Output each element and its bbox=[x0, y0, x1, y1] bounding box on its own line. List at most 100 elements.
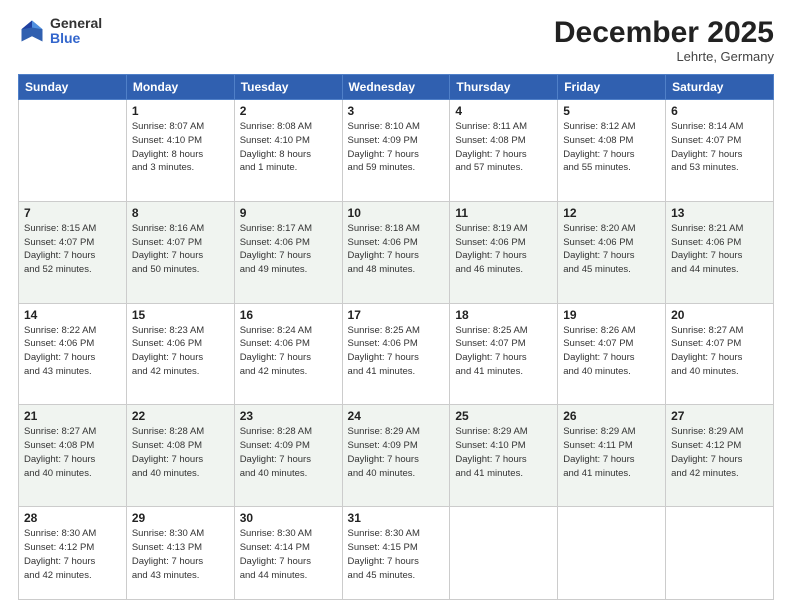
day-number: 20 bbox=[671, 308, 768, 322]
calendar-table: SundayMondayTuesdayWednesdayThursdayFrid… bbox=[18, 74, 774, 600]
day-info: Sunrise: 8:27 AM Sunset: 4:08 PM Dayligh… bbox=[24, 425, 121, 480]
calendar-cell: 1 Sunrise: 8:07 AM Sunset: 4:10 PM Daylig… bbox=[126, 100, 234, 202]
day-info: Sunrise: 8:29 AM Sunset: 4:10 PM Dayligh… bbox=[455, 425, 552, 480]
calendar-cell: 19Sunrise: 8:26 AM Sunset: 4:07 PM Dayli… bbox=[558, 303, 666, 405]
calendar-cell: 31Sunrise: 8:30 AM Sunset: 4:15 PM Dayli… bbox=[342, 507, 450, 600]
calendar-cell bbox=[450, 507, 558, 600]
calendar-cell: 20Sunrise: 8:27 AM Sunset: 4:07 PM Dayli… bbox=[666, 303, 774, 405]
day-number: 9 bbox=[240, 206, 337, 220]
calendar-cell: 2 Sunrise: 8:08 AM Sunset: 4:10 PM Daylig… bbox=[234, 100, 342, 202]
day-number: 6 bbox=[671, 104, 768, 118]
day-number: 11 bbox=[455, 206, 552, 220]
day-number: 7 bbox=[24, 206, 121, 220]
day-info: Sunrise: 8:29 AM Sunset: 4:11 PM Dayligh… bbox=[563, 425, 660, 480]
day-number: 27 bbox=[671, 409, 768, 423]
day-info: Sunrise: 8:24 AM Sunset: 4:06 PM Dayligh… bbox=[240, 324, 337, 379]
logo-blue-text: Blue bbox=[50, 31, 102, 46]
calendar-week-row: 28Sunrise: 8:30 AM Sunset: 4:12 PM Dayli… bbox=[19, 507, 774, 600]
day-number: 12 bbox=[563, 206, 660, 220]
calendar-day-header: Thursday bbox=[450, 75, 558, 100]
day-info: Sunrise: 8:25 AM Sunset: 4:06 PM Dayligh… bbox=[348, 324, 445, 379]
calendar-cell: 26 Sunrise: 8:29 AM Sunset: 4:11 PM Dayli… bbox=[558, 405, 666, 507]
calendar-day-header: Tuesday bbox=[234, 75, 342, 100]
calendar-cell: 4 Sunrise: 8:11 AM Sunset: 4:08 PM Daylig… bbox=[450, 100, 558, 202]
calendar-day-header: Monday bbox=[126, 75, 234, 100]
day-number: 5 bbox=[563, 104, 660, 118]
day-info: Sunrise: 8:12 AM Sunset: 4:08 PM Dayligh… bbox=[563, 120, 660, 175]
day-info: Sunrise: 8:16 AM Sunset: 4:07 PM Dayligh… bbox=[132, 222, 229, 277]
calendar-week-row: 7 Sunrise: 8:15 AM Sunset: 4:07 PM Daylig… bbox=[19, 201, 774, 303]
day-info: Sunrise: 8:17 AM Sunset: 4:06 PM Dayligh… bbox=[240, 222, 337, 277]
calendar-cell: 12Sunrise: 8:20 AM Sunset: 4:06 PM Dayli… bbox=[558, 201, 666, 303]
calendar-cell: 9 Sunrise: 8:17 AM Sunset: 4:06 PM Daylig… bbox=[234, 201, 342, 303]
calendar-cell: 28Sunrise: 8:30 AM Sunset: 4:12 PM Dayli… bbox=[19, 507, 127, 600]
day-number: 30 bbox=[240, 511, 337, 525]
day-number: 21 bbox=[24, 409, 121, 423]
day-info: Sunrise: 8:18 AM Sunset: 4:06 PM Dayligh… bbox=[348, 222, 445, 277]
day-info: Sunrise: 8:15 AM Sunset: 4:07 PM Dayligh… bbox=[24, 222, 121, 277]
calendar-cell: 24Sunrise: 8:29 AM Sunset: 4:09 PM Dayli… bbox=[342, 405, 450, 507]
day-info: Sunrise: 8:28 AM Sunset: 4:08 PM Dayligh… bbox=[132, 425, 229, 480]
day-number: 4 bbox=[455, 104, 552, 118]
calendar-cell: 16Sunrise: 8:24 AM Sunset: 4:06 PM Dayli… bbox=[234, 303, 342, 405]
day-info: Sunrise: 8:30 AM Sunset: 4:14 PM Dayligh… bbox=[240, 527, 337, 582]
calendar-cell: 29 Sunrise: 8:30 AM Sunset: 4:13 PM Dayli… bbox=[126, 507, 234, 600]
calendar-cell: 17 Sunrise: 8:25 AM Sunset: 4:06 PM Dayli… bbox=[342, 303, 450, 405]
calendar-cell: 13 Sunrise: 8:21 AM Sunset: 4:06 PM Dayli… bbox=[666, 201, 774, 303]
day-number: 24 bbox=[348, 409, 445, 423]
logo-general-text: General bbox=[50, 16, 102, 31]
logo: General Blue bbox=[18, 16, 102, 47]
day-info: Sunrise: 8:28 AM Sunset: 4:09 PM Dayligh… bbox=[240, 425, 337, 480]
day-info: Sunrise: 8:11 AM Sunset: 4:08 PM Dayligh… bbox=[455, 120, 552, 175]
calendar-cell: 7 Sunrise: 8:15 AM Sunset: 4:07 PM Daylig… bbox=[19, 201, 127, 303]
calendar-day-header: Friday bbox=[558, 75, 666, 100]
day-number: 26 bbox=[563, 409, 660, 423]
page: General Blue December 2025 Lehrte, Germa… bbox=[0, 0, 792, 612]
day-info: Sunrise: 8:21 AM Sunset: 4:06 PM Dayligh… bbox=[671, 222, 768, 277]
calendar-cell bbox=[666, 507, 774, 600]
day-number: 13 bbox=[671, 206, 768, 220]
day-number: 18 bbox=[455, 308, 552, 322]
day-info: Sunrise: 8:30 AM Sunset: 4:13 PM Dayligh… bbox=[132, 527, 229, 582]
calendar-cell: 15Sunrise: 8:23 AM Sunset: 4:06 PM Dayli… bbox=[126, 303, 234, 405]
header: General Blue December 2025 Lehrte, Germa… bbox=[18, 16, 774, 64]
calendar-day-header: Wednesday bbox=[342, 75, 450, 100]
day-number: 25 bbox=[455, 409, 552, 423]
calendar-day-header: Saturday bbox=[666, 75, 774, 100]
month-title: December 2025 bbox=[554, 16, 774, 49]
day-info: Sunrise: 8:10 AM Sunset: 4:09 PM Dayligh… bbox=[348, 120, 445, 175]
calendar-day-header: Sunday bbox=[19, 75, 127, 100]
day-number: 31 bbox=[348, 511, 445, 525]
logo-icon bbox=[18, 17, 46, 45]
calendar-cell: 22 Sunrise: 8:28 AM Sunset: 4:08 PM Dayli… bbox=[126, 405, 234, 507]
day-info: Sunrise: 8:29 AM Sunset: 4:12 PM Dayligh… bbox=[671, 425, 768, 480]
calendar-week-row: 1 Sunrise: 8:07 AM Sunset: 4:10 PM Daylig… bbox=[19, 100, 774, 202]
day-number: 1 bbox=[132, 104, 229, 118]
day-number: 23 bbox=[240, 409, 337, 423]
calendar-week-row: 14Sunrise: 8:22 AM Sunset: 4:06 PM Dayli… bbox=[19, 303, 774, 405]
calendar-cell: 27 Sunrise: 8:29 AM Sunset: 4:12 PM Dayli… bbox=[666, 405, 774, 507]
calendar-cell: 14Sunrise: 8:22 AM Sunset: 4:06 PM Dayli… bbox=[19, 303, 127, 405]
day-info: Sunrise: 8:08 AM Sunset: 4:10 PM Dayligh… bbox=[240, 120, 337, 175]
calendar-cell: 25 Sunrise: 8:29 AM Sunset: 4:10 PM Dayli… bbox=[450, 405, 558, 507]
day-number: 22 bbox=[132, 409, 229, 423]
calendar-cell bbox=[558, 507, 666, 600]
day-number: 3 bbox=[348, 104, 445, 118]
calendar-cell: 3 Sunrise: 8:10 AM Sunset: 4:09 PM Daylig… bbox=[342, 100, 450, 202]
day-info: Sunrise: 8:07 AM Sunset: 4:10 PM Dayligh… bbox=[132, 120, 229, 175]
calendar-cell: 8Sunrise: 8:16 AM Sunset: 4:07 PM Daylig… bbox=[126, 201, 234, 303]
calendar-header-row: SundayMondayTuesdayWednesdayThursdayFrid… bbox=[19, 75, 774, 100]
day-number: 29 bbox=[132, 511, 229, 525]
calendar-cell: 10 Sunrise: 8:18 AM Sunset: 4:06 PM Dayli… bbox=[342, 201, 450, 303]
calendar-week-row: 21 Sunrise: 8:27 AM Sunset: 4:08 PM Dayli… bbox=[19, 405, 774, 507]
day-number: 10 bbox=[348, 206, 445, 220]
day-number: 17 bbox=[348, 308, 445, 322]
day-info: Sunrise: 8:19 AM Sunset: 4:06 PM Dayligh… bbox=[455, 222, 552, 277]
location: Lehrte, Germany bbox=[554, 49, 774, 64]
calendar-cell: 18Sunrise: 8:25 AM Sunset: 4:07 PM Dayli… bbox=[450, 303, 558, 405]
day-number: 2 bbox=[240, 104, 337, 118]
logo-text: General Blue bbox=[50, 16, 102, 47]
day-info: Sunrise: 8:22 AM Sunset: 4:06 PM Dayligh… bbox=[24, 324, 121, 379]
calendar-cell: 6Sunrise: 8:14 AM Sunset: 4:07 PM Daylig… bbox=[666, 100, 774, 202]
calendar-cell: 11 Sunrise: 8:19 AM Sunset: 4:06 PM Dayli… bbox=[450, 201, 558, 303]
